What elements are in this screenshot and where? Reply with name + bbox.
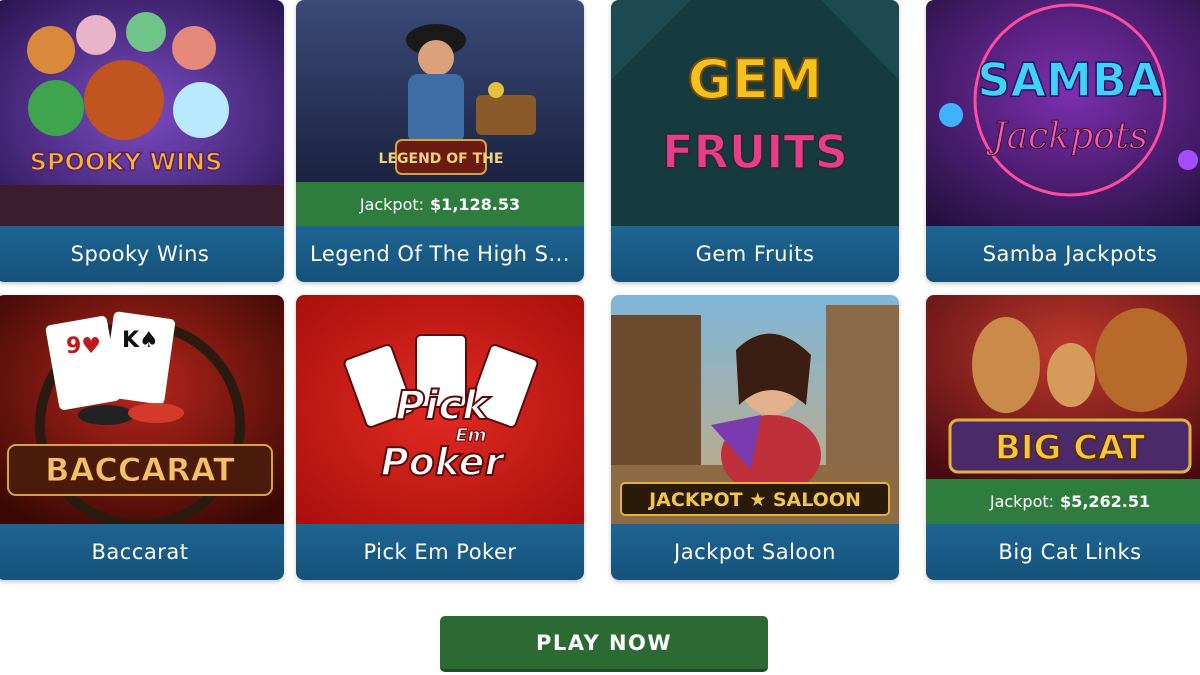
game-title: Samba Jackpots bbox=[982, 242, 1158, 266]
poker-logo-top: Pick bbox=[395, 383, 491, 429]
jackpot-label: Jackpot: bbox=[989, 492, 1055, 511]
saloon-logo: JACKPOT ★ SALOON bbox=[647, 489, 861, 511]
game-title: Legend Of The High S... bbox=[310, 242, 570, 266]
baccarat-logo: BACCARAT bbox=[45, 451, 235, 489]
game-art-pick-em-poker: Pick Em Poker bbox=[296, 295, 584, 524]
poker-logo-bottom: Poker bbox=[381, 440, 506, 484]
game-grid: SPOOKY WINS Spooky Wins LEGEND OF THE Ja… bbox=[0, 0, 1200, 590]
game-title-bar: Big Cat Links bbox=[926, 524, 1200, 580]
game-card-spooky-wins[interactable]: SPOOKY WINS Spooky Wins bbox=[0, 0, 284, 282]
game-card-samba-jackpots[interactable]: SAMBA Jackpots Samba Jackpots bbox=[926, 0, 1200, 282]
game-art-legend: LEGEND OF THE bbox=[296, 0, 584, 182]
game-art-gem-fruits: GEM FRUITS bbox=[611, 0, 899, 226]
samba-logo-top: SAMBA bbox=[977, 53, 1163, 107]
game-art-spooky-wins: SPOOKY WINS bbox=[0, 0, 284, 226]
game-title-bar: Jackpot Saloon bbox=[611, 524, 899, 580]
jackpot-amount: $1,128.53 bbox=[430, 194, 521, 214]
game-card-gem-fruits[interactable]: GEM FRUITS Gem Fruits bbox=[611, 0, 899, 282]
game-title-bar: Spooky Wins bbox=[0, 226, 284, 282]
game-title: Gem Fruits bbox=[695, 242, 815, 266]
jackpot-amount: $5,262.51 bbox=[1060, 492, 1151, 511]
game-card-legend-high-seas[interactable]: LEGEND OF THE Jackpot: $1,128.53 Legend … bbox=[296, 0, 584, 282]
big-cat-logo: BIG CAT bbox=[995, 428, 1146, 468]
game-title-bar: Pick Em Poker bbox=[296, 524, 584, 580]
legend-logo: LEGEND OF THE bbox=[379, 151, 504, 167]
game-title: Jackpot Saloon bbox=[674, 540, 836, 564]
jackpot-banner: Jackpot: $5,262.51 bbox=[926, 479, 1200, 524]
jackpot-label: Jackpot: bbox=[359, 194, 425, 214]
game-card-baccarat[interactable]: 9♥ K♠ BACCARAT Baccarat bbox=[0, 295, 284, 580]
samba-logo-bottom: Jackpots bbox=[985, 116, 1148, 157]
game-title: Baccarat bbox=[91, 540, 189, 564]
game-title-bar: Samba Jackpots bbox=[926, 226, 1200, 282]
game-title-bar: Baccarat bbox=[0, 524, 284, 580]
spooky-wins-logo: SPOOKY WINS bbox=[30, 148, 223, 176]
game-art-baccarat: 9♥ K♠ BACCARAT bbox=[0, 295, 284, 524]
game-title-bar: Legend Of The High S... bbox=[296, 226, 584, 282]
play-now-button[interactable]: PLAY NOW bbox=[440, 616, 768, 672]
game-art-jackpot-saloon: JACKPOT ★ SALOON bbox=[611, 295, 899, 524]
jackpot-banner: Jackpot: $1,128.53 bbox=[296, 182, 584, 226]
svg-text:9♥: 9♥ bbox=[66, 334, 101, 359]
game-title: Big Cat Links bbox=[998, 540, 1142, 564]
game-card-big-cat-links[interactable]: BIG CAT Jackpot: $5,262.51 Big Cat Links bbox=[926, 295, 1200, 580]
game-title: Pick Em Poker bbox=[363, 540, 517, 564]
game-title-bar: Gem Fruits bbox=[611, 226, 899, 282]
game-art-samba: SAMBA Jackpots bbox=[926, 0, 1200, 226]
game-card-pick-em-poker[interactable]: Pick Em Poker Pick Em Poker bbox=[296, 295, 584, 580]
gem-fruits-logo-bottom: FRUITS bbox=[662, 125, 848, 179]
game-title: Spooky Wins bbox=[70, 242, 210, 266]
game-card-jackpot-saloon[interactable]: JACKPOT ★ SALOON Jackpot Saloon bbox=[611, 295, 899, 580]
gem-fruits-logo-top: GEM bbox=[688, 48, 823, 111]
svg-text:K♠: K♠ bbox=[122, 328, 159, 353]
game-art-big-cat: BIG CAT bbox=[926, 295, 1200, 479]
